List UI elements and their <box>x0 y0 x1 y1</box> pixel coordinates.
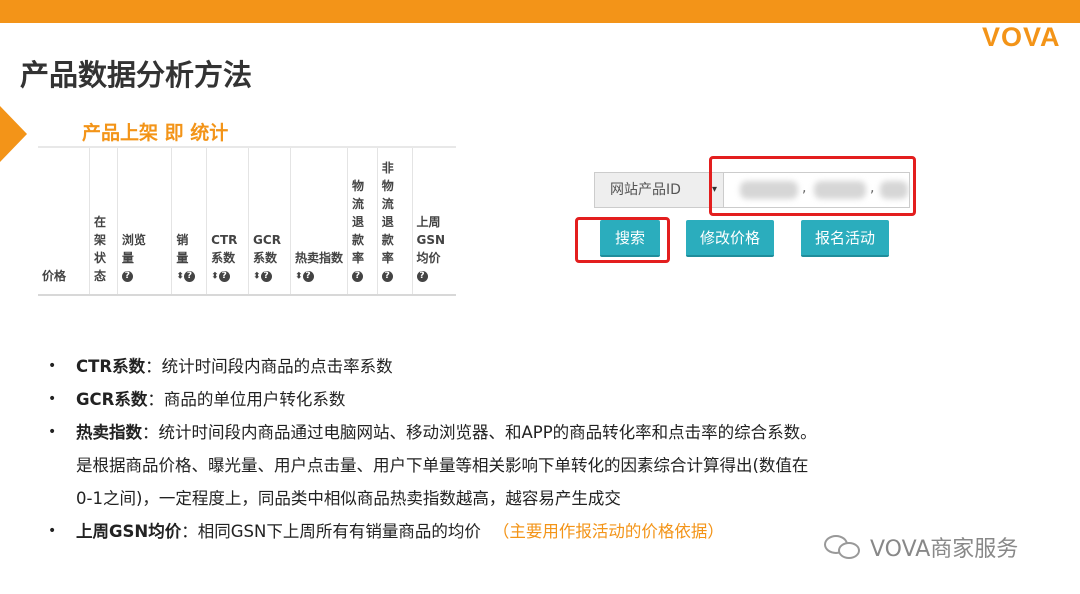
page-title: 产品数据分析方法 <box>20 58 253 92</box>
column-header-label: 价格 <box>42 269 67 283</box>
note-highlight: （主要用作报活动的价格依据） <box>492 522 724 541</box>
table-header-row: 价格 在架状态 浏览量? 销量 ⬍? CTR系数 ⬍? GCR系数 ⬍? 热卖指数 ⬍? 物流退款率?… <box>38 146 456 296</box>
note-text: ：统计时间段内商品的点击率系数 <box>145 357 393 376</box>
watermark-text: VOVA商家服务 <box>870 537 1019 562</box>
column-header: 物流退款率? <box>346 146 378 296</box>
column-header: 在架状态 <box>88 146 118 296</box>
note-text: ：统计时间段内商品通过电脑网站、移动浏览器、和APP的商品转化率和点击率的综合系… <box>142 423 817 442</box>
bullet-icon: • <box>48 391 57 407</box>
column-header[interactable]: CTR系数 ⬍? <box>206 146 249 296</box>
column-header-label: 浏览量 <box>121 233 146 265</box>
column-header-label: 热卖指数 <box>294 250 343 265</box>
top-accent-bar <box>0 0 1080 23</box>
note-item: • 上周GSN均价：相同GSN下上周所有有销量商品的均价 （主要用作报活动的价格依据… <box>48 515 928 548</box>
help-icon[interactable]: ? <box>260 270 272 282</box>
sort-icon[interactable]: ⬍ <box>253 271 261 281</box>
note-item: • GCR系数：商品的单位用户转化系数 <box>48 383 928 416</box>
register-activity-button[interactable]: 报名活动 <box>801 220 889 257</box>
help-icon[interactable]: ? <box>121 271 133 282</box>
column-header-label: 非物流退款率 <box>381 161 394 265</box>
help-icon[interactable]: ? <box>302 270 314 282</box>
search-type-label: 网站产品ID <box>610 182 681 198</box>
help-icon[interactable]: ? <box>183 270 195 282</box>
note-item: 0-1之间)，一定程度上，同品类中相似商品热卖指数越高，越容易产生成交 <box>48 482 928 515</box>
note-text: 是根据商品价格、曝光量、用户点击量、用户下单量等相关影响下单转化的因素综合计算得… <box>76 456 809 475</box>
help-icon[interactable]: ? <box>351 271 363 282</box>
column-header-label: GCR系数 <box>253 232 281 265</box>
note-text: ：商品的单位用户转化系数 <box>147 390 346 409</box>
column-header[interactable]: GCR系数 ⬍? <box>248 146 291 296</box>
sort-icon[interactable]: ⬍ <box>211 271 219 281</box>
product-stats-table: 价格 在架状态 浏览量? 销量 ⬍? CTR系数 ⬍? GCR系数 ⬍? 热卖指数 ⬍? 物流退款率?… <box>38 146 456 296</box>
bullet-icon: • <box>48 358 57 374</box>
note-text: 0-1之间)，一定程度上，同品类中相似商品热卖指数越高，越容易产生成交 <box>76 489 621 508</box>
note-term: 热卖指数 <box>76 423 142 442</box>
column-header[interactable]: 销量 ⬍? <box>171 146 207 296</box>
note-text: ：相同GSN下上周所有有销量商品的均价 <box>181 522 481 541</box>
note-term: 上周GSN均价 <box>76 522 182 541</box>
note-item: • 热卖指数：统计时间段内商品通过电脑网站、移动浏览器、和APP的商品转化率和点击… <box>48 416 928 449</box>
column-header-label: 销量 <box>176 232 189 265</box>
column-header[interactable]: 热卖指数 ⬍? <box>289 146 348 296</box>
input-highlight-box <box>709 156 916 216</box>
help-icon[interactable]: ? <box>416 271 428 282</box>
section-title: 产品上架 即 统计 <box>82 122 229 144</box>
note-term: CTR系数 <box>76 357 146 376</box>
notes-list: • CTR系数：统计时间段内商品的点击率系数 • GCR系数：商品的单位用户转化系数 •… <box>48 350 928 548</box>
column-header: 价格 <box>38 146 90 296</box>
sort-icon[interactable]: ⬍ <box>176 271 184 281</box>
column-header: 非物流退款率? <box>376 146 413 296</box>
column-header-label: 在架状态 <box>93 215 106 283</box>
wechat-icon <box>824 533 864 561</box>
vova-logo: VOVA <box>982 22 1061 52</box>
watermark: VOVA商家服务 <box>824 531 1018 563</box>
column-header-label: CTR系数 <box>211 232 238 265</box>
column-header-label: 物流退款率 <box>351 179 364 265</box>
modify-price-button[interactable]: 修改价格 <box>686 220 774 257</box>
note-item: 是根据商品价格、曝光量、用户点击量、用户下单量等相关影响下单转化的因素综合计算得… <box>48 449 928 482</box>
column-header-label: 上周GSN均价 <box>416 215 446 265</box>
bullet-icon: • <box>48 523 57 539</box>
help-icon[interactable]: ? <box>381 271 393 282</box>
sort-icon[interactable]: ⬍ <box>295 271 303 281</box>
search-highlight-box <box>575 217 670 263</box>
column-header: 上周GSN均价? <box>411 146 456 296</box>
bullet-icon: • <box>48 424 57 440</box>
note-item: • CTR系数：统计时间段内商品的点击率系数 <box>48 350 928 383</box>
help-icon[interactable]: ? <box>218 270 230 282</box>
section-arrow-icon <box>0 106 27 162</box>
note-term: GCR系数 <box>76 390 148 409</box>
column-header: 浏览量? <box>116 146 172 296</box>
search-type-select[interactable]: 网站产品ID ▾ <box>594 172 724 208</box>
